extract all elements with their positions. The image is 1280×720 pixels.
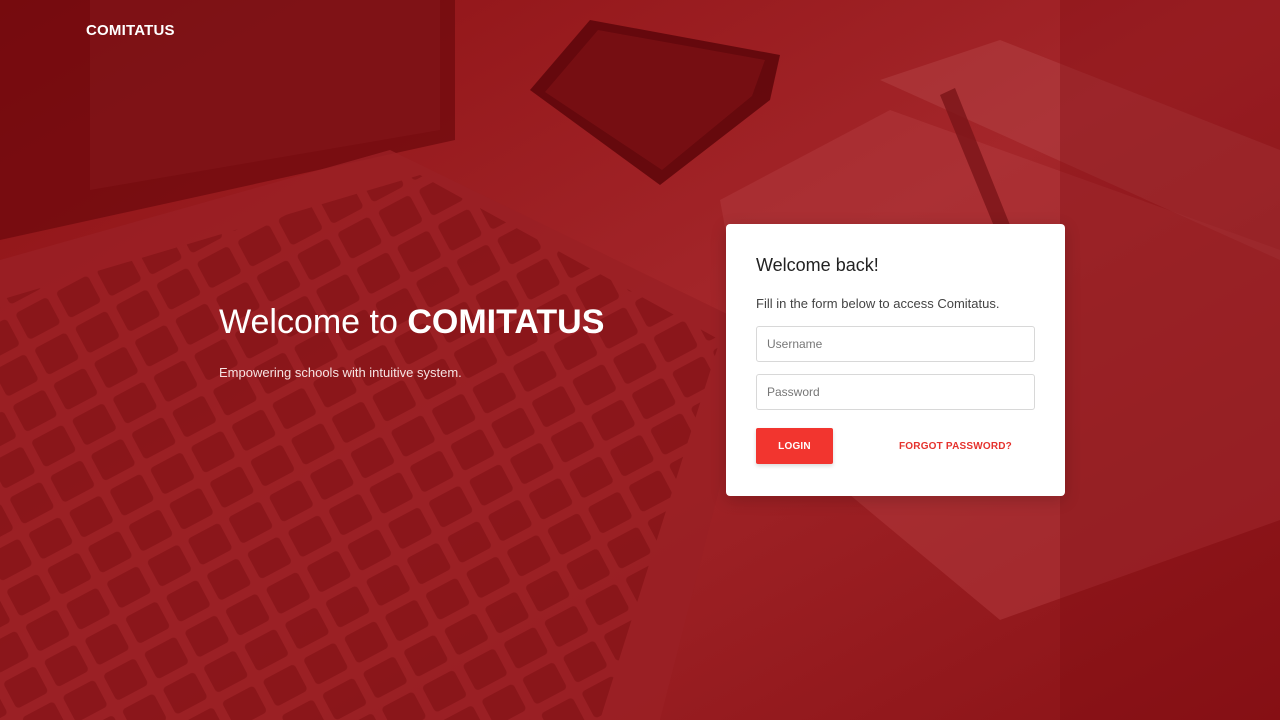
login-card-title: Welcome back!: [756, 255, 879, 275]
forgot-password-link[interactable]: FORGOT PASSWORD?: [899, 441, 1012, 452]
login-page: COMITATUS Welcome to COMITATUS Empowerin…: [0, 0, 1280, 720]
login-card: Welcome back! Fill in the form below to …: [726, 224, 1065, 496]
login-actions: LOGIN FORGOT PASSWORD?: [756, 428, 1035, 464]
login-card-description: Fill in the form below to access Comitat…: [756, 296, 1000, 311]
hero-section: Welcome to COMITATUS Empowering schools …: [219, 300, 604, 382]
hero-title-brand: COMITATUS: [407, 303, 605, 341]
background-photo: [0, 0, 1280, 720]
password-input[interactable]: [756, 374, 1035, 410]
hero-subtitle: Empowering schools with intuitive system…: [219, 365, 462, 380]
login-button[interactable]: LOGIN: [756, 428, 833, 464]
hero-title-prefix: Welcome to: [219, 303, 408, 341]
username-input[interactable]: [756, 326, 1035, 362]
brand-logo[interactable]: COMITATUS: [86, 22, 175, 39]
hero-title: Welcome to COMITATUS: [219, 300, 604, 344]
